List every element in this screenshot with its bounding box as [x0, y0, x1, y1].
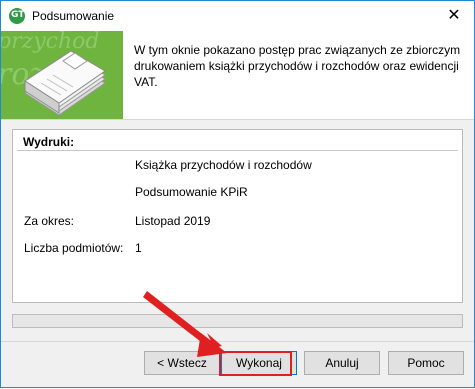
stacked-documents-icon — [24, 50, 106, 116]
back-button[interactable]: < Wstecz — [144, 351, 220, 375]
cancel-button[interactable]: Anuluj — [304, 351, 380, 375]
group-title: Wydruki: — [23, 135, 75, 149]
help-button[interactable]: Pomoc — [388, 351, 464, 375]
close-button[interactable]: ✕ — [434, 1, 474, 31]
header-banner: przychod rozcho — [1, 31, 123, 119]
print-item-summary: Podsumowanie KPiR — [135, 185, 248, 199]
gt-logo-icon: GT — [9, 8, 25, 24]
run-button-highlight — [219, 351, 292, 376]
group-divider — [17, 150, 458, 151]
period-value: Listopad 2019 — [135, 214, 211, 228]
footer-divider — [1, 341, 474, 342]
header-panel: przychod rozcho W tym oknie pokazano pos… — [1, 31, 474, 120]
app-icon-text: GT — [11, 10, 25, 20]
entities-label: Liczba podmiotów: — [24, 241, 124, 255]
print-item-kpir: Książka przychodów i rozchodów — [135, 158, 312, 172]
wizard-window: GT Podsumowanie ✕ przychod rozcho W tym … — [0, 0, 475, 388]
entities-value: 1 — [135, 241, 142, 255]
title-bar: GT Podsumowanie ✕ — [1, 1, 474, 31]
summary-group: Wydruki: Książka przychodów i rozchodów … — [12, 129, 463, 303]
window-title: Podsumowanie — [32, 9, 115, 23]
header-description: W tym oknie pokazano postęp prac związan… — [134, 43, 461, 89]
progress-bar — [12, 314, 463, 328]
period-label: Za okres: — [24, 214, 75, 228]
